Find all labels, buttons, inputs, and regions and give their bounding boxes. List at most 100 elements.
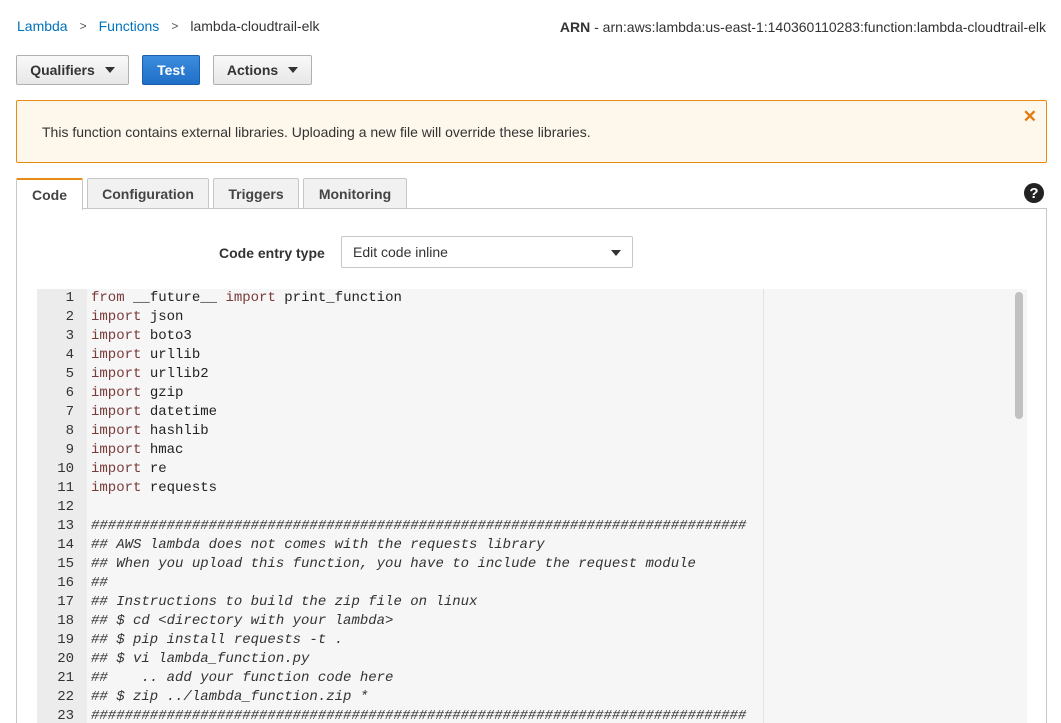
code-identifier: boto3: [141, 328, 192, 344]
breadcrumb-current: lambda-cloudtrail-elk: [190, 18, 320, 34]
breadcrumb-lambda-link[interactable]: Lambda: [17, 18, 68, 34]
code-comment: ########################################…: [91, 708, 747, 723]
code-keyword: import: [91, 442, 142, 458]
code-keyword: import: [91, 461, 142, 477]
code-text: ##: [91, 574, 108, 593]
code-keyword: from: [91, 290, 125, 306]
test-label: Test: [157, 62, 185, 78]
code-comment: ## $ pip install requests -t .: [91, 632, 344, 648]
code-line: 10 import re: [37, 460, 746, 479]
code-entry-type-label: Code entry type: [219, 245, 325, 261]
code-keyword: import: [91, 328, 142, 344]
breadcrumb: Lambda > Functions > lambda-cloudtrail-e…: [17, 18, 320, 34]
line-number: 1: [65, 290, 74, 306]
code-line: 12: [37, 498, 746, 517]
code-text: import json: [91, 308, 183, 327]
line-number: 12: [57, 499, 74, 515]
line-number: 2: [65, 309, 74, 325]
breadcrumb-functions-link[interactable]: Functions: [99, 18, 160, 34]
line-number: 14: [57, 537, 74, 553]
line-number: 11: [57, 480, 74, 496]
code-comment: ## $ cd <directory with your lambda>: [91, 613, 394, 629]
close-icon[interactable]: ✕: [1023, 108, 1037, 125]
code-line: 20 ## $ vi lambda_function.py: [37, 650, 746, 669]
code-text: ## When you upload this function, you ha…: [91, 555, 696, 574]
code-comment: ## When you upload this function, you ha…: [91, 556, 696, 572]
code-text: ## $ pip install requests -t .: [91, 631, 343, 650]
code-comment: ##: [91, 575, 108, 591]
actions-label: Actions: [226, 62, 279, 78]
tab-monitoring[interactable]: Monitoring: [303, 178, 407, 209]
code-text: import datetime: [91, 403, 217, 422]
code-keyword: import: [91, 347, 142, 363]
arn-label: ARN: [559, 19, 591, 35]
code-identifier: gzip: [141, 385, 184, 401]
code-entry-type-select[interactable]: Edit code inline: [341, 236, 633, 268]
line-number: 5: [65, 366, 74, 382]
line-number: 10: [57, 461, 74, 477]
line-number: 17: [57, 594, 74, 610]
chevron-down-icon: [611, 250, 621, 256]
tab-code[interactable]: Code: [16, 178, 83, 210]
code-text: ## $ zip ../lambda_function.zip *: [91, 688, 368, 707]
code-line: 14 ## AWS lambda does not comes with the …: [37, 536, 746, 555]
line-number: 15: [57, 556, 74, 572]
code-text: import gzip: [91, 384, 183, 403]
code-identifier: requests: [141, 480, 218, 496]
code-line: 6 import gzip: [37, 384, 746, 403]
code-keyword: import: [91, 385, 142, 401]
code-comment: ## .. add your function code here: [91, 670, 394, 686]
line-number: 4: [65, 347, 74, 363]
code-comment: ########################################…: [91, 518, 747, 534]
line-number: 16: [57, 575, 74, 591]
code-line: 3 import boto3: [37, 327, 746, 346]
code-identifier: json: [141, 309, 184, 325]
line-number: 20: [57, 651, 74, 667]
code-line: 13 ######################################…: [37, 517, 746, 536]
code-text: import urllib2: [91, 365, 209, 384]
code-line: 5 import urllib2: [37, 365, 746, 384]
line-number: 13: [57, 518, 74, 534]
code-line: 19 ## $ pip install requests -t .: [37, 631, 746, 650]
code-keyword: import: [91, 366, 142, 382]
tab-triggers[interactable]: Triggers: [213, 178, 299, 209]
code-text: import hashlib: [91, 422, 209, 441]
code-identifier: urllib: [141, 347, 201, 363]
line-number: 8: [65, 423, 74, 439]
code-line: 7 import datetime: [37, 403, 746, 422]
line-number: 23: [57, 708, 74, 723]
code-text: import boto3: [91, 327, 192, 346]
code-line: 9 import hmac: [37, 441, 746, 460]
breadcrumb-separator: >: [171, 19, 179, 33]
help-icon[interactable]: ?: [1024, 183, 1044, 203]
code-text: import re: [91, 460, 167, 479]
qualifiers-button[interactable]: Qualifiers: [16, 55, 129, 85]
code-comment: ## Instructions to build the zip file on…: [91, 594, 478, 610]
line-number: 22: [57, 689, 74, 705]
code-lines: 1 from __future__ import print_function 2 i…: [37, 289, 746, 723]
toolbar: Qualifiers Test Actions: [16, 55, 325, 85]
code-line: 11 import requests: [37, 479, 746, 498]
test-button[interactable]: Test: [142, 55, 200, 85]
editor-scrollbar[interactable]: [1015, 292, 1023, 419]
code-identifier: datetime: [141, 404, 218, 420]
arn-display: ARN - arn:aws:lambda:us-east-1:140360110…: [560, 19, 1046, 35]
code-editor[interactable]: 1 from __future__ import print_function 2 i…: [37, 289, 1027, 723]
tab-configuration[interactable]: Configuration: [87, 178, 209, 209]
code-keyword: import: [91, 309, 142, 325]
code-line: 15 ## When you upload this function, you …: [37, 555, 746, 574]
code-keyword: import: [91, 423, 142, 439]
line-number: 6: [65, 385, 74, 401]
line-number: 9: [65, 442, 74, 458]
code-identifier: __future__: [124, 290, 226, 306]
code-text: ########################################…: [91, 707, 746, 723]
tab-bar: Code Configuration Triggers Monitoring: [16, 178, 411, 210]
code-text: import hmac: [91, 441, 183, 460]
code-line: 4 import urllib: [37, 346, 746, 365]
code-text: ## .. add your function code here: [91, 669, 393, 688]
actions-button[interactable]: Actions: [213, 55, 312, 85]
code-line: 23 ######################################…: [37, 707, 746, 723]
code-comment: ## AWS lambda does not comes with the re…: [91, 537, 545, 553]
code-line: 18 ## $ cd <directory with your lambda>: [37, 612, 746, 631]
code-text: ## Instructions to build the zip file on…: [91, 593, 477, 612]
